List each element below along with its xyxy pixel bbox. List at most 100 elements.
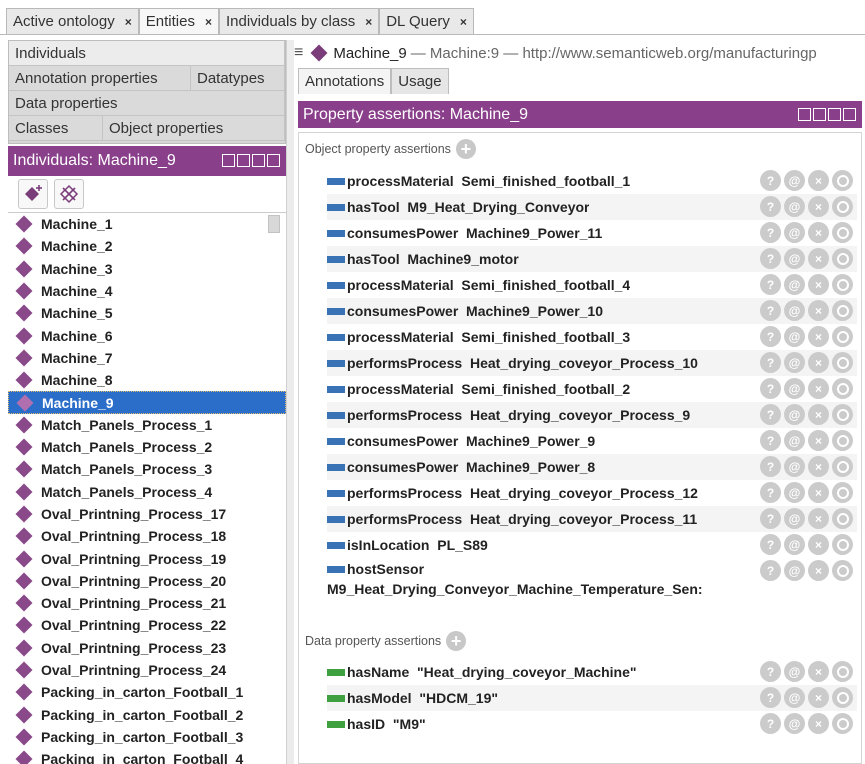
annotate-icon[interactable]: @ (784, 713, 805, 734)
delete-icon[interactable]: × (808, 482, 829, 503)
list-item-machine-3[interactable]: Machine_3 (8, 258, 286, 280)
tab-classes[interactable]: Classes (9, 116, 103, 141)
delete-icon[interactable]: × (808, 713, 829, 734)
view-minimize-icon[interactable] (237, 154, 250, 167)
list-item-machine-2[interactable]: Machine_2 (8, 235, 286, 257)
list-item-oval-printning-process-18[interactable]: Oval_Printning_Process_18 (8, 525, 286, 547)
object-assertion-row[interactable]: hasTool M9_Heat_Drying_Conveyor? @ × (327, 194, 857, 220)
delete-icon[interactable]: × (808, 456, 829, 477)
edit-icon[interactable] (832, 170, 853, 191)
object-assertion-row[interactable]: consumesPower Machine9_Power_10? @ × (327, 298, 857, 324)
object-assertion-row[interactable]: processMaterial Semi_finished_football_4… (327, 272, 857, 298)
annotate-icon[interactable]: @ (784, 170, 805, 191)
list-item-packing-in-carton-football-1[interactable]: Packing_in_carton_Football_1 (8, 681, 286, 703)
object-assertion-row[interactable]: consumesPower Machine9_Power_11? @ × (327, 220, 857, 246)
explain-icon[interactable]: ? (760, 248, 781, 269)
object-assertion-row[interactable]: performsProcess Heat_drying_coveyor_Proc… (327, 506, 857, 532)
object-assertion-row[interactable]: hostSensor M9_Heat_Drying_Conveyor_Machin… (327, 558, 857, 600)
data-assertion-row[interactable]: hasName "Heat_drying_coveyor_Machine"? @ × (327, 659, 857, 685)
list-item-packing-in-carton-football-2[interactable]: Packing_in_carton_Football_2 (8, 704, 286, 726)
object-assertion-row[interactable]: processMaterial Semi_finished_football_1… (327, 168, 857, 194)
tab-active-ontology[interactable]: Active ontology × (6, 8, 139, 34)
list-item-machine-1[interactable]: Machine_1 (8, 213, 286, 235)
add-object-assertion-icon[interactable]: + (455, 139, 476, 159)
delete-icon[interactable]: × (808, 430, 829, 451)
edit-icon[interactable] (832, 713, 853, 734)
tab-datatypes[interactable]: Datatypes (191, 66, 285, 91)
list-item-machine-9[interactable]: Machine_9 (8, 391, 286, 414)
edit-icon[interactable] (832, 482, 853, 503)
annotate-icon[interactable]: @ (784, 508, 805, 529)
edit-icon[interactable] (832, 274, 853, 295)
tab-individuals[interactable]: Individuals (9, 41, 285, 66)
edit-icon[interactable] (832, 404, 853, 425)
delete-icon[interactable]: × (808, 378, 829, 399)
view-close-icon[interactable] (843, 108, 856, 121)
explain-icon[interactable]: ? (760, 560, 781, 581)
edit-icon[interactable] (832, 508, 853, 529)
tab-dl-query[interactable]: DL Query × (379, 8, 474, 34)
explain-icon[interactable]: ? (760, 170, 781, 191)
annotate-icon[interactable]: @ (784, 456, 805, 477)
annotate-icon[interactable]: @ (784, 560, 805, 581)
object-assertion-row[interactable]: hasTool Machine9_motor? @ × (327, 246, 857, 272)
view-split-icon[interactable] (798, 108, 811, 121)
edit-icon[interactable] (832, 687, 853, 708)
explain-icon[interactable]: ? (760, 508, 781, 529)
edit-icon[interactable] (832, 456, 853, 477)
edit-icon[interactable] (832, 430, 853, 451)
delete-icon[interactable]: × (808, 222, 829, 243)
list-item-match-panels-process-3[interactable]: Match_Panels_Process_3 (8, 458, 286, 480)
list-item-machine-5[interactable]: Machine_5 (8, 302, 286, 324)
annotate-icon[interactable]: @ (784, 378, 805, 399)
tab-entities[interactable]: Entities × (138, 8, 219, 34)
annotate-icon[interactable]: @ (784, 534, 805, 555)
explain-icon[interactable]: ? (760, 196, 781, 217)
tab-annotations[interactable]: Annotations (298, 68, 392, 94)
annotate-icon[interactable]: @ (784, 430, 805, 451)
edit-icon[interactable] (832, 300, 853, 321)
edit-icon[interactable] (832, 661, 853, 682)
tab-usage[interactable]: Usage (391, 68, 449, 94)
list-item-machine-6[interactable]: Machine_6 (8, 324, 286, 346)
edit-icon[interactable] (832, 352, 853, 373)
object-assertion-row[interactable]: processMaterial Semi_finished_football_3… (327, 324, 857, 350)
data-assertion-row[interactable]: hasModel "HDCM_19"? @ × (327, 685, 857, 711)
add-individual-button[interactable] (18, 179, 48, 209)
annotate-icon[interactable]: @ (784, 482, 805, 503)
edit-icon[interactable] (832, 534, 853, 555)
explain-icon[interactable]: ? (760, 222, 781, 243)
annotate-icon[interactable]: @ (784, 222, 805, 243)
list-item-machine-4[interactable]: Machine_4 (8, 280, 286, 302)
explain-icon[interactable]: ? (760, 378, 781, 399)
annotate-icon[interactable]: @ (784, 326, 805, 347)
list-item-machine-8[interactable]: Machine_8 (8, 369, 286, 391)
explain-icon[interactable]: ? (760, 456, 781, 477)
delete-icon[interactable]: × (808, 560, 829, 581)
close-tab-icon[interactable]: × (125, 15, 132, 29)
menu-icon[interactable]: ≡ (294, 44, 303, 62)
explain-icon[interactable]: ? (760, 300, 781, 321)
annotate-icon[interactable]: @ (784, 661, 805, 682)
delete-icon[interactable]: × (808, 274, 829, 295)
explain-icon[interactable]: ? (760, 482, 781, 503)
list-item-match-panels-process-2[interactable]: Match_Panels_Process_2 (8, 436, 286, 458)
delete-icon[interactable]: × (808, 352, 829, 373)
view-minimize-icon[interactable] (813, 108, 826, 121)
close-tab-icon[interactable]: × (205, 15, 212, 29)
object-assertion-row[interactable]: performsProcess Heat_drying_coveyor_Proc… (327, 350, 857, 376)
object-assertion-row[interactable]: performsProcess Heat_drying_coveyor_Proc… (327, 402, 857, 428)
annotate-icon[interactable]: @ (784, 274, 805, 295)
list-item-packing-in-carton-football-3[interactable]: Packing_in_carton_Football_3 (8, 726, 286, 748)
list-item-match-panels-process-1[interactable]: Match_Panels_Process_1 (8, 414, 286, 436)
view-maximize-icon[interactable] (252, 154, 265, 167)
annotate-icon[interactable]: @ (784, 352, 805, 373)
annotate-icon[interactable]: @ (784, 196, 805, 217)
explain-icon[interactable]: ? (760, 534, 781, 555)
list-scrollbar-thumb[interactable] (268, 215, 280, 233)
tab-individuals-by-class[interactable]: Individuals by class × (218, 8, 380, 34)
list-item-match-panels-process-4[interactable]: Match_Panels_Process_4 (8, 481, 286, 503)
tab-annotation-properties[interactable]: Annotation properties (9, 66, 191, 91)
delete-individual-button[interactable] (54, 179, 84, 209)
delete-icon[interactable]: × (808, 687, 829, 708)
